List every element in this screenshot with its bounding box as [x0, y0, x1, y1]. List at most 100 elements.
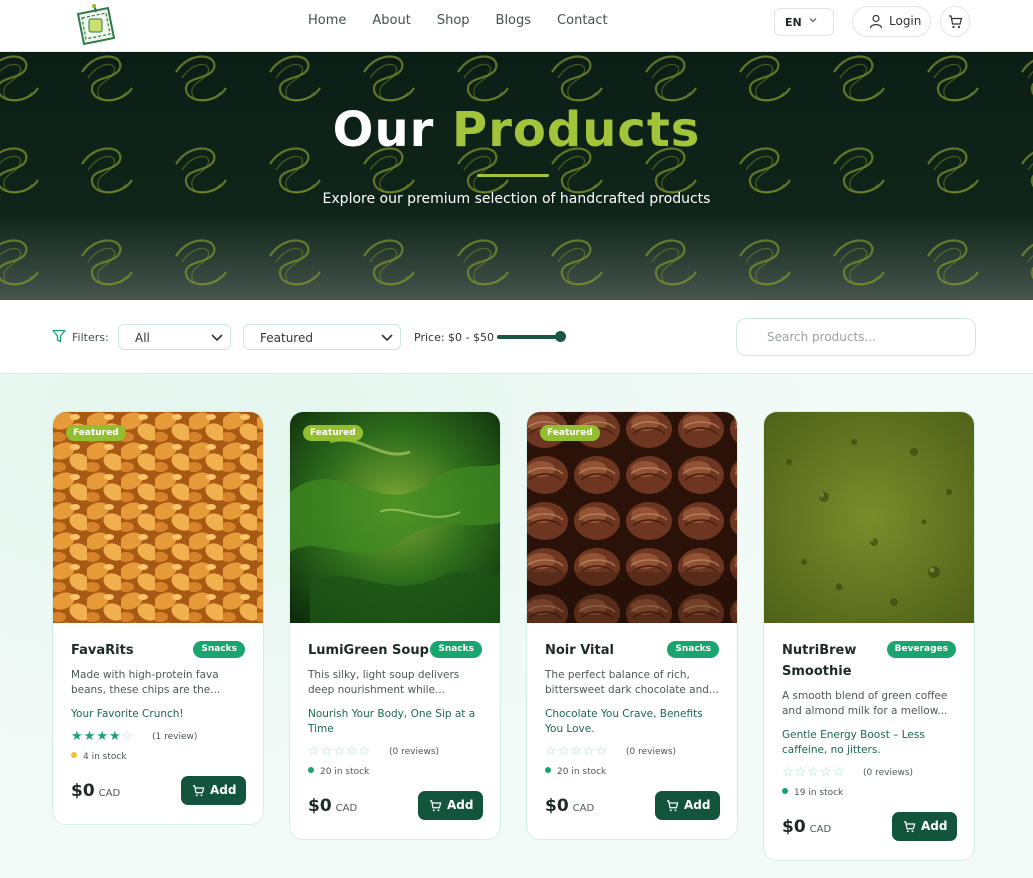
cart-button[interactable]	[940, 6, 970, 37]
price-value: $0	[308, 796, 332, 816]
category-badge: Snacks	[193, 641, 245, 658]
filter-icon	[52, 329, 66, 343]
nav-link-shop[interactable]: Shop	[437, 13, 470, 29]
login-button[interactable]: Login	[852, 6, 931, 37]
stock-status: 20 in stock	[545, 767, 606, 777]
sort-select[interactable]: Featured	[243, 324, 401, 350]
star-rating: ☆☆☆☆☆	[782, 766, 845, 780]
add-to-cart-button[interactable]: Add	[418, 791, 483, 820]
product-card[interactable]: NutriBrew Smoothie Beverages A smooth bl…	[763, 411, 975, 861]
featured-badge: Featured	[66, 425, 126, 441]
page-title-main: Our	[332, 102, 435, 158]
star-rating: ★★★★☆	[71, 730, 134, 744]
price-range-label: Price: $0 - $50	[414, 331, 494, 344]
stock-status: 19 in stock	[782, 788, 843, 798]
cart-icon	[192, 785, 205, 797]
star-filled-icon: ★	[108, 729, 122, 744]
add-to-cart-button[interactable]: Add	[181, 776, 246, 805]
product-image[interactable]	[764, 412, 975, 623]
nav-link-blogs[interactable]: Blogs	[496, 13, 532, 29]
product-name[interactable]: Noir Vital	[545, 640, 614, 661]
product-name[interactable]: LumiGreen Soup	[308, 640, 429, 661]
star-empty-icon: ☆	[794, 765, 808, 780]
category-value: All	[135, 331, 150, 345]
star-filled-icon: ★	[96, 729, 109, 744]
chevron-down-icon	[809, 18, 817, 23]
product-tagline: Chocolate You Crave, Benefits You Love.	[545, 708, 703, 735]
price-value: $0	[782, 817, 806, 837]
product-price: $0 CAD	[71, 781, 120, 801]
star-rating: ☆☆☆☆☆	[545, 745, 608, 759]
star-empty-icon: ☆	[557, 744, 571, 759]
product-tagline: Your Favorite Crunch!	[71, 708, 184, 720]
price-slider-handle[interactable]	[555, 331, 566, 342]
product-name-text: NutriBrew Smoothie	[782, 643, 857, 679]
price-currency: CAD	[809, 824, 832, 835]
cart-icon	[429, 800, 442, 812]
star-empty-icon: ☆	[782, 765, 795, 780]
add-to-cart-button[interactable]: Add	[892, 812, 957, 841]
language-select[interactable]: EN	[774, 8, 834, 36]
stock-text: 4 in stock	[83, 752, 127, 762]
product-price: $0 CAD	[782, 817, 831, 837]
stock-text: 20 in stock	[320, 767, 370, 777]
user-icon	[869, 14, 883, 29]
review-count[interactable]: (1 review)	[152, 732, 197, 742]
stock-dot	[71, 752, 77, 758]
category-select[interactable]: All	[118, 324, 231, 350]
star-empty-icon: ☆	[545, 744, 558, 759]
featured-badge: Featured	[540, 425, 600, 441]
stock-status: 20 in stock	[308, 767, 369, 777]
chevron-down-icon	[381, 334, 393, 342]
star-empty-icon: ☆	[121, 729, 135, 744]
star-empty-icon: ☆	[807, 765, 820, 780]
featured-badge: Featured	[303, 425, 363, 441]
chevron-down-icon	[211, 334, 223, 342]
search-input[interactable]	[736, 318, 976, 356]
price-slider-track	[497, 335, 563, 339]
nav-link-contact[interactable]: Contact	[557, 13, 608, 29]
review-count[interactable]: (0 reviews)	[863, 768, 913, 778]
page-title-accent: Products	[452, 102, 701, 158]
add-label: Add	[684, 798, 711, 812]
category-badge: Beverages	[886, 641, 956, 658]
stock-dot	[308, 767, 314, 773]
product-tagline: Gentle Energy Boost – Less caffeine, no …	[782, 729, 925, 756]
review-count[interactable]: (0 reviews)	[626, 747, 676, 757]
product-image[interactable]	[53, 412, 264, 623]
product-grid: Featured FavaRits Snacks Made with high-…	[0, 374, 1033, 878]
nav-link-home[interactable]: Home	[308, 13, 346, 29]
product-name[interactable]: NutriBrew Smoothie	[782, 640, 882, 682]
star-empty-icon: ☆	[595, 744, 609, 759]
logo[interactable]	[72, 4, 118, 48]
price-slider[interactable]	[497, 331, 567, 342]
product-card[interactable]: Featured FavaRits Snacks Made with high-…	[52, 411, 264, 825]
product-image[interactable]	[290, 412, 501, 623]
cart-icon	[903, 821, 916, 833]
star-empty-icon: ☆	[308, 744, 321, 759]
product-card[interactable]: Featured LumiGreen Soup Snacks This silk…	[289, 411, 501, 840]
category-badge: Snacks	[430, 641, 482, 658]
add-label: Add	[447, 798, 474, 812]
filters-text: Filters:	[72, 331, 109, 344]
price-currency: CAD	[98, 788, 121, 799]
product-name[interactable]: FavaRits	[71, 640, 134, 661]
star-empty-icon: ☆	[582, 744, 596, 759]
stock-text: 19 in stock	[794, 788, 844, 798]
add-to-cart-button[interactable]: Add	[655, 791, 720, 820]
stock-dot	[782, 788, 788, 794]
star-empty-icon: ☆	[819, 765, 833, 780]
product-image[interactable]	[527, 412, 738, 623]
product-card[interactable]: Featured Noir Vital Snacks The perfect b…	[526, 411, 738, 840]
product-description: A smooth blend of green coffee and almon…	[782, 690, 948, 717]
login-label: Login	[889, 14, 922, 28]
main-nav: Home About Shop Blogs Contact	[308, 13, 634, 29]
sort-value: Featured	[260, 331, 313, 345]
review-count[interactable]: (0 reviews)	[389, 747, 439, 757]
cart-icon	[666, 800, 679, 812]
product-tagline: Nourish Your Body, One Sip at a Time	[308, 708, 476, 735]
star-empty-icon: ☆	[320, 744, 334, 759]
nav-link-about[interactable]: About	[372, 13, 410, 29]
stock-dot	[545, 767, 551, 773]
star-filled-icon: ★	[71, 729, 84, 744]
